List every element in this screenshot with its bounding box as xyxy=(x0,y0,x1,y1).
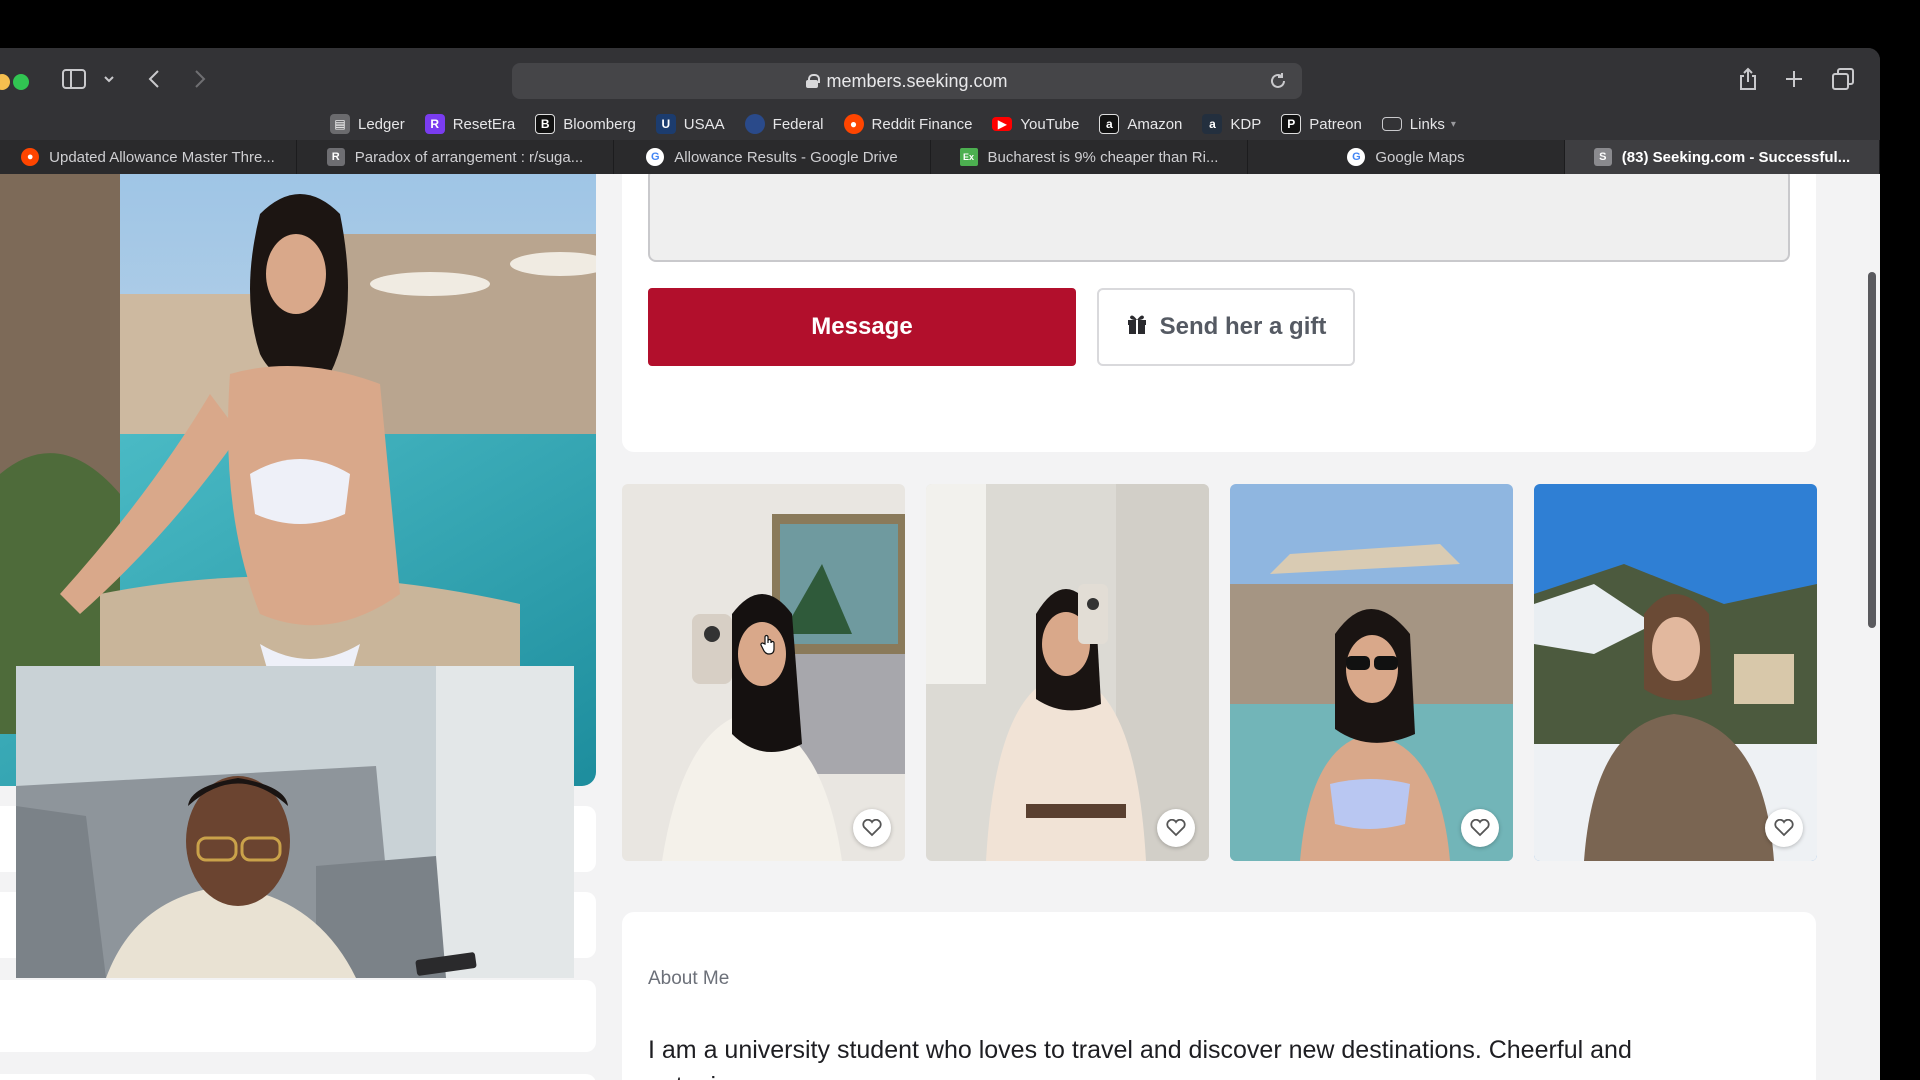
hand-cursor-icon xyxy=(760,634,778,661)
left-card-3 xyxy=(0,980,596,1052)
bookmark-reddit-finance[interactable]: ● Reddit Finance xyxy=(843,114,972,134)
reddit-icon: ● xyxy=(21,148,40,166)
bookmark-federal[interactable]: Federal xyxy=(744,114,824,134)
tab-overview-icon[interactable] xyxy=(1830,64,1856,94)
forward-icon[interactable] xyxy=(188,64,212,94)
r-favicon-icon: R xyxy=(326,148,345,166)
reload-icon[interactable] xyxy=(1268,71,1288,96)
federal-icon xyxy=(744,114,765,134)
usaa-icon: U xyxy=(655,114,676,134)
message-textarea[interactable] xyxy=(648,174,1790,262)
folder-icon xyxy=(1381,117,1402,131)
reddit-icon: ● xyxy=(843,114,864,134)
photo-thumbnail[interactable] xyxy=(1230,484,1513,861)
bookmark-links-folder[interactable]: Links ▾ xyxy=(1381,116,1456,133)
google-icon: G xyxy=(1347,148,1366,166)
left-card-4 xyxy=(0,1074,596,1080)
favorite-heart-button[interactable] xyxy=(1765,809,1803,847)
new-tab-icon[interactable] xyxy=(1782,64,1806,94)
tab-paradox[interactable]: R Paradox of arrangement : r/suga... xyxy=(297,140,614,174)
gift-icon xyxy=(1126,313,1148,342)
bloomberg-icon: B xyxy=(535,114,556,134)
bookmark-resetera[interactable]: R ResetEra xyxy=(424,114,515,134)
tab-google-maps[interactable]: G Google Maps xyxy=(1248,140,1565,174)
about-me-card: About Me I am a university student who l… xyxy=(622,912,1816,1080)
send-gift-label: Send her a gift xyxy=(1159,313,1327,340)
send-gift-button[interactable]: Send her a gift xyxy=(1097,288,1355,366)
patreon-icon: P xyxy=(1281,114,1302,134)
bookmark-youtube[interactable]: ▶ YouTube xyxy=(992,116,1079,133)
kdp-icon: a xyxy=(1202,114,1223,134)
share-icon[interactable] xyxy=(1736,64,1760,94)
chevron-down-icon: ▾ xyxy=(1450,118,1456,130)
tab-google-drive[interactable]: G Allowance Results - Google Drive xyxy=(614,140,931,174)
photo-thumbnail[interactable] xyxy=(622,484,905,861)
about-me-text: I am a university student who loves to t… xyxy=(648,1036,1632,1080)
message-card: Message Send her a gift xyxy=(622,174,1816,452)
message-button[interactable]: Message xyxy=(648,288,1076,366)
bookmark-ledger[interactable]: ▤ Ledger xyxy=(330,114,405,134)
youtube-icon: ▶ xyxy=(992,117,1013,131)
browser-window: members.seeking.com ▤ Ledger R ResetEra BB… xyxy=(0,48,1880,1080)
browser-toolbar: members.seeking.com xyxy=(0,48,1880,108)
amazon-icon: a xyxy=(1099,114,1120,134)
favorite-heart-button[interactable] xyxy=(1157,809,1195,847)
bookmark-patreon[interactable]: P Patreon xyxy=(1281,114,1362,134)
resetera-icon: R xyxy=(424,114,445,134)
bookmark-usaa[interactable]: U USAA xyxy=(655,114,725,134)
tab-allowance-master[interactable]: ● Updated Allowance Master Thre... xyxy=(0,140,297,174)
sidebar-toggle-icon[interactable] xyxy=(60,64,88,94)
seeking-icon: S xyxy=(1593,148,1612,166)
screen: members.seeking.com ▤ Ledger R ResetEra BB… xyxy=(0,0,1920,1080)
tab-bucharest[interactable]: Ex Bucharest is 9% cheaper than Ri... xyxy=(931,140,1248,174)
minimize-button[interactable] xyxy=(0,74,10,90)
favorite-heart-button[interactable] xyxy=(853,809,891,847)
profile-page: Message Send her a gift About Me I am a … xyxy=(0,174,1880,1080)
google-icon: G xyxy=(646,148,665,166)
photo-thumbnail[interactable] xyxy=(1534,484,1817,861)
address-bar[interactable]: members.seeking.com xyxy=(512,63,1302,99)
url-text: members.seeking.com xyxy=(826,70,1008,91)
expatistan-icon: Ex xyxy=(959,148,978,166)
webcam-overlay xyxy=(16,666,574,978)
zoom-button[interactable] xyxy=(13,74,29,90)
lock-icon xyxy=(806,74,821,88)
photo-thumbnail[interactable] xyxy=(926,484,1209,861)
ledger-icon: ▤ xyxy=(330,114,350,134)
bookmark-kdp[interactable]: a KDP xyxy=(1202,114,1261,134)
bookmark-bloomberg[interactable]: B Bloomberg xyxy=(535,114,636,134)
about-me-title: About Me xyxy=(648,968,730,989)
back-icon[interactable] xyxy=(142,64,166,94)
favorite-heart-button[interactable] xyxy=(1461,809,1499,847)
tab-bar: ● Updated Allowance Master Thre... R Parad… xyxy=(0,140,1880,174)
scrollbar-thumb[interactable] xyxy=(1868,272,1876,628)
bookmark-amazon[interactable]: a Amazon xyxy=(1099,114,1182,134)
tab-seeking[interactable]: S (83) Seeking.com - Successful... xyxy=(1565,140,1880,174)
chevron-down-icon[interactable] xyxy=(100,64,118,94)
bookmarks-bar: ▤ Ledger R ResetEra B Bloomberg U USAA Feder… xyxy=(0,108,1880,140)
